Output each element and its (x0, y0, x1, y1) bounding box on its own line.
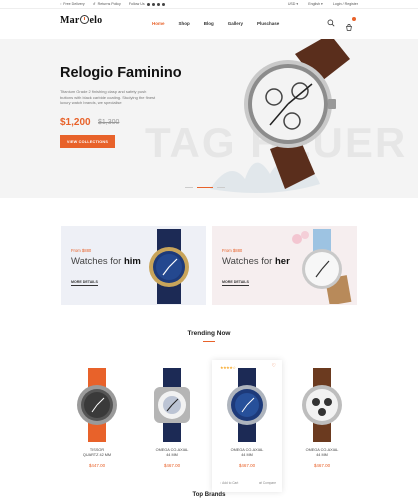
hero-watch-image (210, 39, 350, 193)
facebook-icon[interactable] (146, 2, 150, 6)
product-price: $447.00 (88, 463, 106, 468)
title-underline (203, 341, 215, 342)
product-image (154, 368, 190, 442)
banner-title: Watches for him (71, 256, 141, 267)
top-brands-title: Top Brands (192, 492, 226, 498)
view-collections-button[interactable]: VIEW COLLECTIONS (60, 135, 115, 148)
instagram-icon[interactable] (156, 2, 160, 6)
product-image (77, 368, 117, 442)
site-logo[interactable]: Mar elo (60, 15, 102, 26)
product-name[interactable]: TISSOR QUARTZ 42 MM (62, 448, 132, 458)
currency-select[interactable]: USD ▾ (288, 2, 298, 6)
product-price: $467.00 (163, 463, 181, 468)
banner-from-price: From $880 (71, 248, 92, 253)
product-image (227, 368, 267, 442)
truck-icon: ▫ (60, 2, 62, 6)
hero-old-price: $1,300 (98, 119, 120, 126)
logo-watch-icon (79, 15, 89, 24)
cart-icon: ▫ (220, 481, 222, 485)
main-nav: Home Shop Blog Gallery Pluschase (152, 21, 279, 26)
hero-description: Titanium Grade 2 finishing clasp and saf… (60, 89, 156, 106)
product-card[interactable]: OMEGA CO-AXIAL 44 MM $467.00 (287, 360, 357, 492)
banner-title: Watches for her (222, 256, 290, 267)
compare-button[interactable]: ⇄ Compare (259, 481, 276, 485)
search-icon[interactable] (327, 19, 335, 27)
product-card[interactable]: OMEGA CO-AXIAL 44 MM $467.00 (137, 360, 207, 492)
women-watch-image (292, 229, 352, 304)
cart-button[interactable] (345, 17, 356, 37)
main-header: Mar elo Home Shop Blog Gallery Pluschase (0, 9, 418, 39)
nav-gallery[interactable]: Gallery (228, 21, 243, 26)
product-name[interactable]: OMEGA CO-AXIAL 44 MM (212, 448, 282, 458)
top-bar: ▫ Free Delivery ↺ Returns Policy Follow Us… (0, 0, 418, 9)
product-price: $467.00 (238, 463, 256, 468)
men-watch-image (149, 229, 189, 304)
product-card[interactable]: TISSOR QUARTZ 42 MM $447.00 (62, 360, 132, 492)
return-icon: ↺ (92, 2, 96, 6)
product-name[interactable]: OMEGA CO-AXIAL 44 MM (137, 448, 207, 458)
product-image (302, 368, 342, 442)
cart-icon (346, 24, 352, 31)
slider-dot[interactable] (185, 187, 193, 189)
login-register-link[interactable]: Login / Register (333, 2, 358, 6)
product-card-hovered[interactable]: ★★★★☆ ♡ OMEGA CO-AXIAL 44 MM $467.00 ▫ Add… (212, 360, 282, 492)
follow-us: Follow Us (129, 2, 165, 6)
hero-title: Relogio Faminino (60, 65, 182, 81)
slider-dot-active[interactable] (197, 187, 213, 189)
nav-home[interactable]: Home (152, 21, 165, 26)
trending-title: Trending Now (187, 330, 231, 337)
more-details-link[interactable]: MORE DETAILS (222, 280, 249, 286)
compare-icon: ⇄ (259, 481, 262, 485)
product-price: $467.00 (313, 463, 331, 468)
nav-blog[interactable]: Blog (204, 21, 214, 26)
language-select[interactable]: English ▾ (308, 2, 323, 6)
add-to-cart-button[interactable]: ▫ Add to Cart (220, 481, 238, 485)
banner-watches-her[interactable]: From $880 Watches for her MORE DETAILS (212, 226, 357, 305)
twitter-icon[interactable] (151, 2, 155, 6)
nav-pluschase[interactable]: Pluschase (257, 21, 279, 26)
wishlist-heart-icon[interactable]: ♡ (272, 363, 276, 369)
product-name[interactable]: OMEGA CO-AXIAL 44 MM (287, 448, 357, 458)
banner-from-price: From $880 (222, 248, 243, 253)
banner-watches-him[interactable]: From $880 Watches for him MORE DETAILS (61, 226, 206, 305)
hero-slider: TAG HEUER Relogio Faminino Titanium Grad… (0, 39, 418, 198)
slider-dots (185, 187, 225, 189)
pinterest-icon[interactable] (161, 2, 165, 6)
hero-price: $1,200 (60, 117, 91, 128)
free-delivery[interactable]: ▫ Free Delivery (60, 2, 85, 6)
cart-count-badge (352, 17, 356, 21)
more-details-link[interactable]: MORE DETAILS (71, 280, 98, 286)
slider-dot[interactable] (217, 187, 225, 189)
returns-link[interactable]: ↺ Returns Policy (93, 2, 121, 6)
nav-shop[interactable]: Shop (179, 21, 190, 26)
